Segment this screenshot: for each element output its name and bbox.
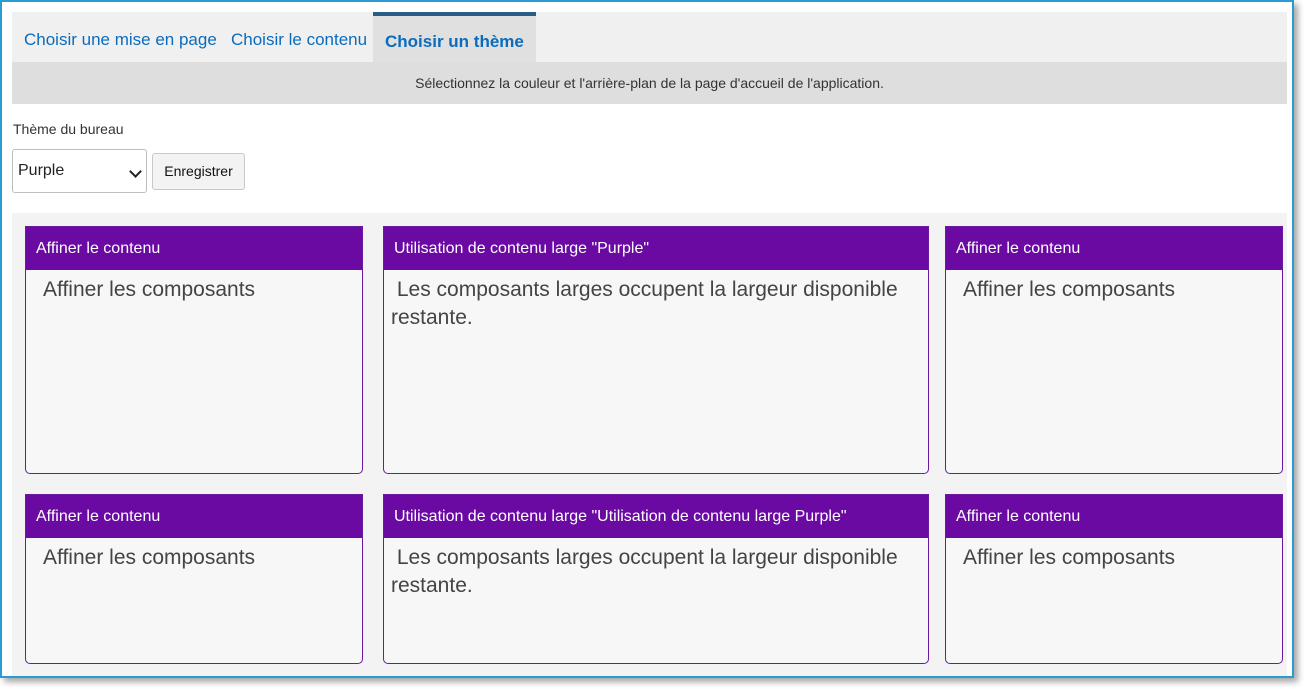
tab-choose-theme[interactable]: Choisir un thème	[373, 12, 536, 62]
save-button[interactable]: Enregistrer	[152, 153, 245, 190]
tab-bar: Choisir une mise en page Choisir le cont…	[12, 12, 1287, 62]
card-header: Utilisation de contenu large "Utilisatio…	[384, 495, 928, 538]
card-header: Utilisation de contenu large "Purple"	[384, 227, 928, 270]
tab-choose-content[interactable]: Choisir le contenu	[219, 12, 379, 62]
theme-preview-area: Affiner le contenu Affiner les composant…	[12, 213, 1287, 676]
theme-select[interactable]: Purple	[12, 149, 147, 193]
instruction-banner: Sélectionnez la couleur et l'arrière-pla…	[12, 62, 1287, 104]
preview-card: Affiner le contenu Affiner les composant…	[945, 494, 1283, 664]
preview-card: Affiner le contenu Affiner les composant…	[945, 226, 1283, 474]
preview-card: Affiner le contenu Affiner les composant…	[25, 494, 363, 664]
card-body: Affiner les composants	[963, 278, 1176, 301]
theme-select-value: Purple	[18, 162, 65, 179]
preview-card-wide: Utilisation de contenu large "Purple" Le…	[383, 226, 929, 474]
preview-card: Affiner le contenu Affiner les composant…	[25, 226, 363, 474]
chevron-down-icon	[129, 165, 142, 178]
tab-choose-layout[interactable]: Choisir une mise en page	[12, 12, 229, 62]
card-header: Affiner le contenu	[26, 227, 362, 270]
preview-card-wide: Utilisation de contenu large "Utilisatio…	[383, 494, 929, 664]
card-header: Affiner le contenu	[946, 227, 1282, 270]
card-header: Affiner le contenu	[26, 495, 362, 538]
card-header: Affiner le contenu	[946, 495, 1282, 538]
card-body: Affiner les composants	[43, 278, 256, 301]
window-frame: Choisir une mise en page Choisir le cont…	[0, 0, 1294, 678]
card-body: Les composants larges occupent la largeu…	[391, 278, 904, 329]
card-body: Affiner les composants	[43, 546, 256, 569]
theme-label: Thème du bureau	[13, 121, 124, 137]
card-body: Les composants larges occupent la largeu…	[391, 546, 904, 597]
card-body: Affiner les composants	[963, 546, 1176, 569]
